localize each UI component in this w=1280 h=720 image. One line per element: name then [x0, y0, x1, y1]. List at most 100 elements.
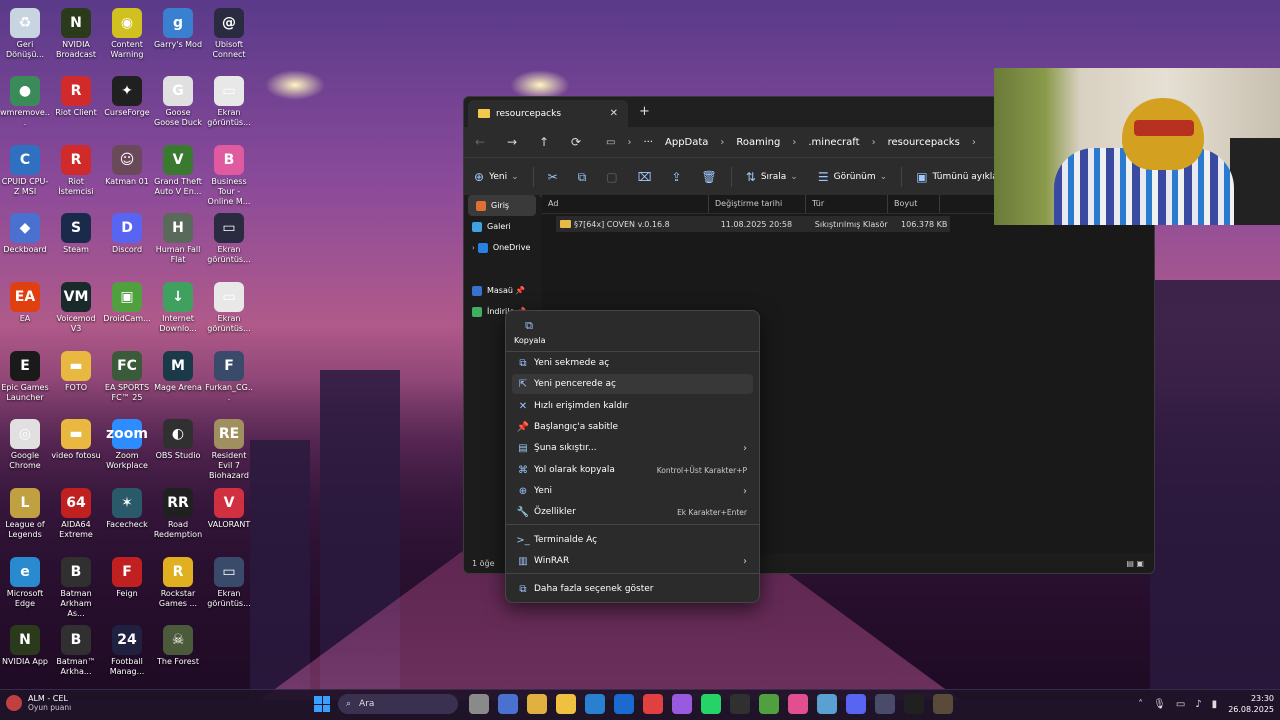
up-button[interactable]: ↑ [528, 135, 560, 149]
table-row[interactable]: §7[64x] COVEN v.0.16.8 11.08.2025 20:58 … [556, 216, 950, 232]
network-icon[interactable]: ▭ [1176, 699, 1185, 710]
nav-item-onedrive[interactable]: › OneDrive [464, 237, 540, 258]
sort-button[interactable]: ⇅ Sırala ⌄ [746, 170, 798, 184]
menu-item[interactable]: ▤ Şuna sıkıştır... › [512, 438, 753, 458]
desktop-icon-item[interactable]: M Mage Arena [153, 347, 203, 413]
cut-icon[interactable]: ✂ [548, 170, 558, 184]
refresh-button[interactable]: ⟳ [560, 135, 592, 149]
desktop-icon-item[interactable]: B Batman™ Arkha... [51, 621, 101, 687]
desktop-icon-item[interactable]: RR Road Redemption [153, 484, 203, 550]
desktop-icon-item[interactable]: ◆ Deckboard [0, 209, 50, 275]
menu-item[interactable]: 📌 Başlangıç'a sabitle [512, 417, 753, 437]
desktop-icon-item[interactable]: F Furkan_CG... [204, 347, 254, 413]
column-header-size[interactable]: Boyut [888, 195, 940, 213]
taskbar-app-icon[interactable] [526, 694, 547, 714]
desktop-icon-item[interactable]: ▬ FOTO [51, 347, 101, 413]
column-header-name[interactable]: Ad [542, 195, 709, 213]
chevron-right-icon[interactable]: › [972, 137, 976, 148]
back-button[interactable]: ← [464, 135, 496, 149]
menu-item[interactable]: ▥ WinRAR › [512, 551, 753, 571]
taskbar-app-icon[interactable] [729, 694, 750, 714]
desktop-icon-item[interactable]: ▣ DroidCam... [102, 278, 152, 344]
taskbar-app-icon[interactable] [468, 694, 489, 714]
desktop-icon-item[interactable]: C CPUID CPU-Z MSI [0, 141, 50, 207]
desktop-icon-item[interactable]: N NVIDIA App [0, 621, 50, 687]
desktop-icon-item[interactable]: G Goose Goose Duck [153, 72, 203, 138]
desktop-icon-item[interactable]: H Human Fall Flat [153, 209, 203, 275]
forward-button[interactable]: → [496, 135, 528, 149]
taskbar-app-icon[interactable] [874, 694, 895, 714]
column-header-modified[interactable]: Değiştirme tarihi [709, 195, 806, 213]
more-crumbs-button[interactable]: ··· [643, 137, 653, 148]
view-button[interactable]: ☰ Görünüm ⌄ [818, 170, 887, 184]
monitor-icon[interactable]: ▭ [606, 137, 615, 148]
battery-icon[interactable]: ▮ [1212, 699, 1218, 710]
menu-item[interactable]: ⌘ Yol olarak kopyala Kontrol+Üst Karakter+… [512, 460, 753, 480]
copy-button[interactable]: ⧉ Kopyala [514, 319, 546, 345]
clock[interactable]: 23:30 26.08.2025 [1228, 693, 1274, 715]
menu-item[interactable]: >_ Terminalde Aç [512, 530, 753, 550]
chevron-right-icon[interactable]: › [792, 137, 796, 148]
taskbar-app-icon[interactable] [758, 694, 779, 714]
paste-icon[interactable]: ▢ [606, 170, 617, 184]
desktop-icon-item[interactable]: zoom Zoom Workplace [102, 415, 152, 481]
desktop-icon-item[interactable]: ▭ Ekran görüntüs... [204, 72, 254, 138]
desktop-icon-item[interactable]: 24 Football Manag... [102, 621, 152, 687]
desktop-icon-item[interactable]: ▭ Ekran görüntüs... [204, 553, 254, 619]
menu-item[interactable]: ✕ Hızlı erişimden kaldır [512, 396, 753, 416]
tab-resourcepacks[interactable]: resourcepacks ✕ [468, 100, 628, 127]
taskbar-app-icon[interactable] [555, 694, 576, 714]
mic-icon[interactable]: 🎙 [1153, 699, 1166, 710]
breadcrumb-roaming[interactable]: Roaming [736, 137, 780, 148]
desktop-icon-item[interactable]: 64 AIDA64 Extreme [51, 484, 101, 550]
desktop-icon-item[interactable]: ▬ video fotosu [51, 415, 101, 481]
desktop-icon-item[interactable]: E Epic Games Launcher [0, 347, 50, 413]
nav-item-desktop[interactable]: Masaü 📌 [464, 280, 540, 301]
chevron-right-icon[interactable]: › [720, 137, 724, 148]
desktop-icon-item[interactable]: ▭ Ekran görüntüs... [204, 209, 254, 275]
taskbar-app-icon[interactable] [613, 694, 634, 714]
desktop-icon-item[interactable]: FC EA SPORTS FC™ 25 [102, 347, 152, 413]
desktop-icon-item[interactable]: ◉ Content Warning [102, 4, 152, 70]
breadcrumb-minecraft[interactable]: .minecraft [808, 137, 859, 148]
desktop-icon-item[interactable]: S Steam [51, 209, 101, 275]
desktop-icon-item[interactable]: RE Resident Evil 7 Biohazard [204, 415, 254, 481]
close-icon[interactable]: ✕ [610, 108, 618, 119]
desktop-icon-item[interactable]: ☺ Katman 01 [102, 141, 152, 207]
menu-item[interactable]: ⧉ Yeni sekmede aç [512, 353, 753, 373]
desktop-icon-item[interactable]: ✦ CurseForge [102, 72, 152, 138]
desktop-icon-item[interactable]: N NVIDIA Broadcast [51, 4, 101, 70]
breadcrumb-appdata[interactable]: AppData [665, 137, 708, 148]
desktop-icon-item[interactable]: ↓ Internet Downlo... [153, 278, 203, 344]
taskbar-app-icon[interactable] [816, 694, 837, 714]
desktop-icon-item[interactable]: R Riot İstemcisi [51, 141, 101, 207]
desktop-icon-item[interactable]: F Feign [102, 553, 152, 619]
nav-item-home[interactable]: Giriş [468, 195, 536, 216]
desktop-icon-item[interactable]: ◎ Google Chrome [0, 415, 50, 481]
desktop-icon-item[interactable]: L League of Legends [0, 484, 50, 550]
desktop-icon-item[interactable]: V VALORANT [204, 484, 254, 550]
taskbar-app-icon[interactable] [903, 694, 924, 714]
desktop-icon-item[interactable]: V Grand Theft Auto V En... [153, 141, 203, 207]
taskbar-app-icon[interactable] [787, 694, 808, 714]
column-header-type[interactable]: Tür [806, 195, 888, 213]
desktop-icon-item[interactable]: @ Ubisoft Connect [204, 4, 254, 70]
desktop-icon-item[interactable]: R Riot Client [51, 72, 101, 138]
chevron-right-icon[interactable]: › [872, 137, 876, 148]
desktop-icon-item[interactable]: ▭ Ekran görüntüs... [204, 278, 254, 344]
menu-item[interactable]: ⧉ Daha fazla seçenek göster [512, 579, 753, 599]
chevron-up-icon[interactable]: ˄ [1138, 699, 1143, 710]
desktop-icon-item[interactable]: B Business Tour - Online M... [204, 141, 254, 207]
start-button[interactable] [314, 696, 330, 712]
share-icon[interactable]: ⇪ [671, 170, 681, 184]
new-tab-button[interactable]: + [639, 104, 650, 119]
desktop-icon-item[interactable]: D Discord [102, 209, 152, 275]
rename-icon[interactable]: ⌧ [638, 170, 652, 184]
desktop-icon-item[interactable]: ✶ Facecheck [102, 484, 152, 550]
desktop-icon-item[interactable]: EA EA [0, 278, 50, 344]
extract-all-button[interactable]: ▣ Tümünü ayıkla [916, 170, 998, 184]
desktop-icon-item[interactable]: R Rockstar Games ... [153, 553, 203, 619]
menu-item[interactable]: ⊕ Yeni › [512, 481, 753, 501]
desktop-icon-item[interactable]: B Batman Arkham As... [51, 553, 101, 619]
desktop-icon-item[interactable]: e Microsoft Edge [0, 553, 50, 619]
